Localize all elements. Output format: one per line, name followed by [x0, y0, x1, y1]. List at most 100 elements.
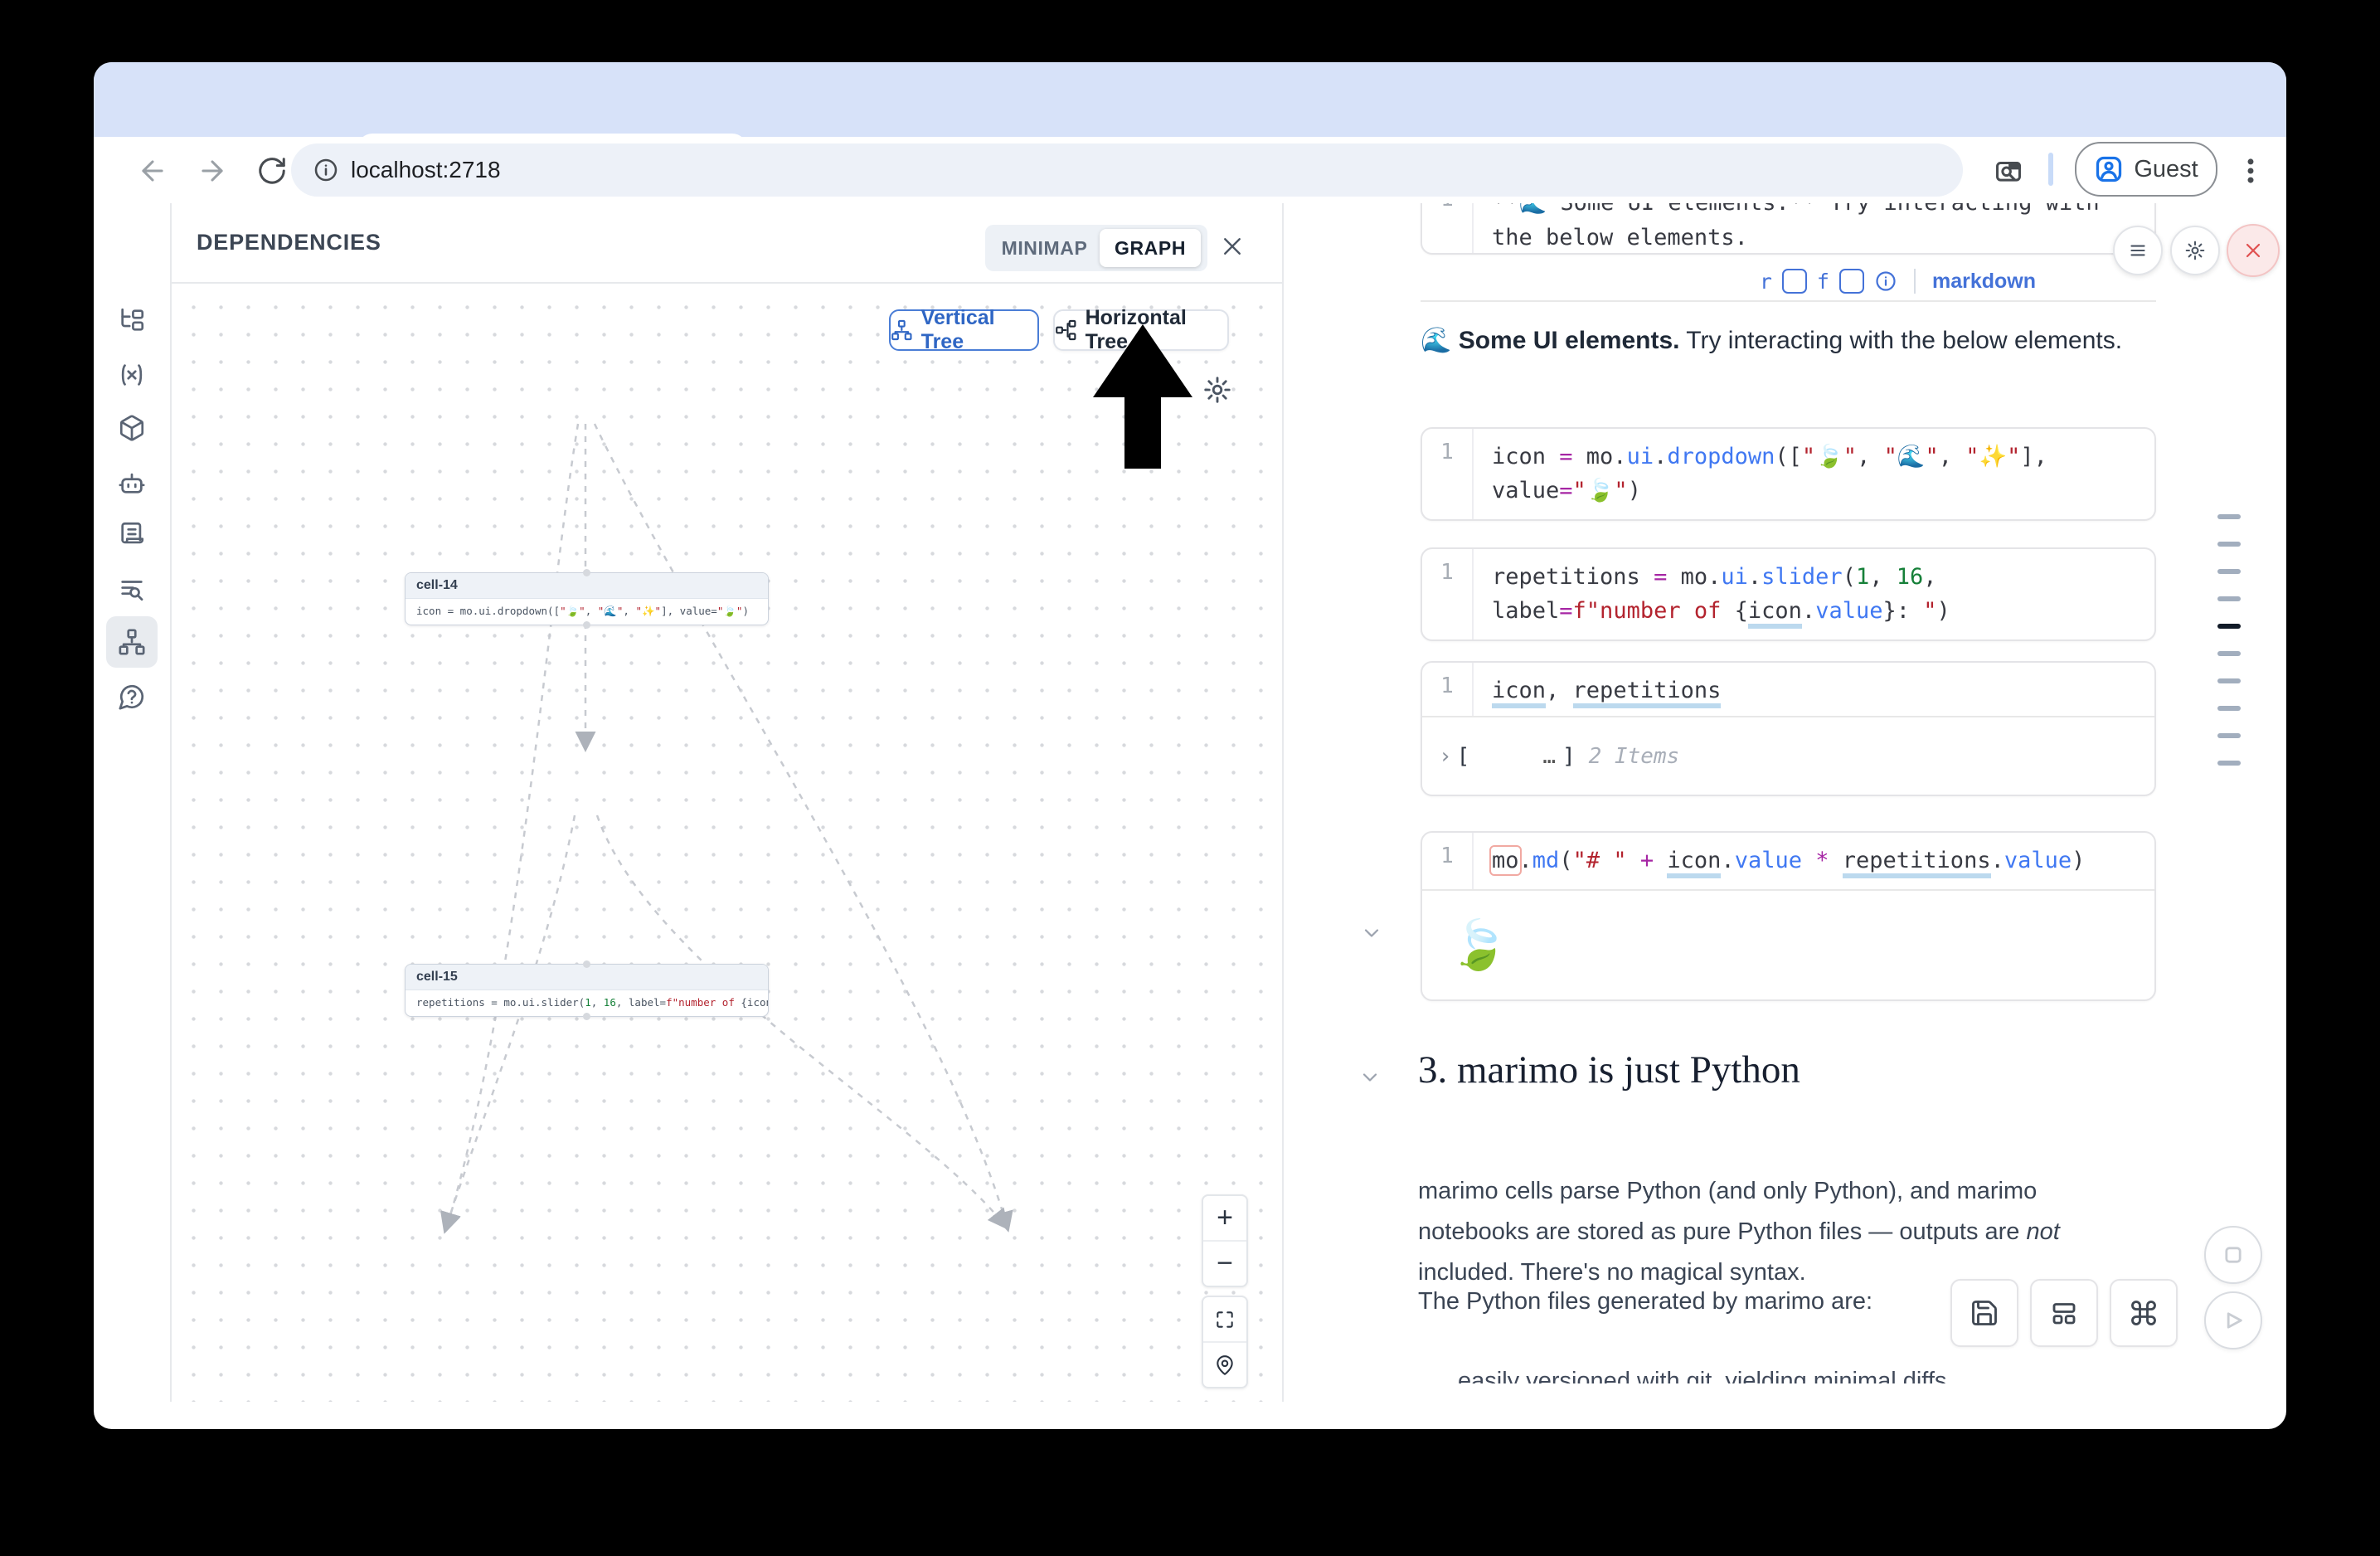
outline-mark[interactable]: [2217, 733, 2241, 738]
notebook-cell-slider[interactable]: 1 repetitions = mo.ui.slider(1, 16, labe…: [1421, 547, 2156, 641]
language-badge[interactable]: markdown: [1932, 270, 2036, 294]
ellipsis: …: [1542, 744, 1556, 769]
hint-checkbox-icon[interactable]: [1782, 269, 1807, 294]
cell-delete-button[interactable]: [2227, 224, 2280, 277]
expand-chevron-icon[interactable]: ›: [1439, 744, 1452, 769]
profile-button[interactable]: Guest: [2075, 142, 2217, 197]
outline-mark[interactable]: [2217, 678, 2241, 683]
sidebar-item-dependencies[interactable]: [106, 616, 158, 668]
outline-mark[interactable]: [2217, 651, 2241, 656]
notebook-cell-dropdown[interactable]: 1 icon = mo.ui.dropdown(["🍃", "🌊", "✨"],…: [1421, 427, 2156, 521]
notebook-cell-md[interactable]: 1 mo.md("# " + icon.value * repetitions.…: [1421, 831, 2156, 1001]
avatar-icon: [2094, 154, 2124, 184]
profile-label: Guest: [2134, 156, 2198, 183]
stop-button[interactable]: [2204, 1226, 2262, 1284]
cell-code[interactable]: icon = mo.ui.dropdown(["🍃", "🌊", "✨"], v…: [1474, 429, 2154, 519]
list-search-icon: [118, 575, 146, 603]
paragraph-italic: not: [2026, 1218, 2059, 1245]
line-number: 1: [1422, 549, 1474, 639]
close-icon: [1220, 234, 1245, 259]
sidebar-item-file-tree[interactable]: [106, 294, 158, 346]
items-count: 2 Items: [1589, 744, 1680, 769]
bracket-close: ]: [1562, 744, 1576, 769]
site-info-icon[interactable]: [313, 157, 339, 183]
collapse-chevron-icon[interactable]: [1360, 921, 1383, 945]
file-tree-icon: [118, 306, 146, 334]
graph-settings-icon[interactable]: [1202, 375, 1232, 405]
browser-toolbar: localhost:2718 Guest: [94, 137, 2286, 205]
horizontal-tree-icon: [1055, 318, 1077, 342]
cell-code[interactable]: **🌊 Some UI elements.** Try interacting …: [1474, 203, 2154, 253]
line-number: 1: [1422, 663, 1474, 716]
menu-icon: [2127, 240, 2149, 261]
layout-button[interactable]: [2030, 1279, 2098, 1347]
command-icon: [2129, 1298, 2159, 1328]
scroll-icon: [118, 520, 146, 548]
panel-close-button[interactable]: [1217, 231, 1247, 261]
zoom-out-button[interactable]: −: [1203, 1240, 1246, 1286]
browser-menu-icon[interactable]: [2235, 155, 2266, 187]
vertical-tree-button[interactable]: Vertical Tree: [889, 309, 1039, 351]
hint-checkbox-icon[interactable]: [1839, 269, 1864, 294]
md-rest-text: Try interacting with the below elements.: [1679, 327, 2122, 354]
outline-mark[interactable]: [2217, 542, 2241, 547]
save-button[interactable]: [1950, 1279, 2018, 1347]
close-icon: [2242, 239, 2265, 262]
hint-key-f: f: [1817, 270, 1829, 294]
cell-code[interactable]: icon, repetitions: [1474, 663, 2154, 716]
graph-node-cell-14[interactable]: cell-14 icon = mo.ui.dropdown(["🍃", "🌊",…: [405, 572, 769, 625]
layout-icon: [2049, 1298, 2079, 1328]
bracket-open: [: [1457, 744, 1470, 769]
outline-mark[interactable]: [2217, 596, 2241, 601]
stop-icon: [2222, 1243, 2245, 1267]
app-sidebar: [94, 203, 172, 1402]
save-icon: [1970, 1298, 1999, 1328]
sidebar-item-ai-assistant[interactable]: [106, 457, 158, 508]
sidebar-item-snippets[interactable]: [106, 563, 158, 615]
pin-icon: [1214, 1354, 1236, 1376]
cell-settings-button[interactable]: [2170, 226, 2220, 275]
keyboard-shortcuts-button[interactable]: [2110, 1279, 2178, 1347]
notebook-panel: 1 **🌊 Some UI elements.** Try interactin…: [1284, 203, 2286, 1383]
outline-mark[interactable]: [2217, 569, 2241, 574]
outline-mark[interactable]: [2217, 706, 2241, 711]
browser-window: m intro.py localhost:2718 Guest: [94, 62, 2286, 1429]
cell-code[interactable]: repetitions = mo.ui.slider(1, 16, label=…: [1474, 549, 2154, 639]
outline-mark-active[interactable]: [2217, 624, 2241, 629]
tab-minimap[interactable]: MINIMAP: [989, 229, 1100, 267]
notebook-cell-tuple[interactable]: 1 icon, repetitions › [ … ] 2 Items: [1421, 661, 2156, 796]
outline-mark[interactable]: [2217, 761, 2241, 766]
info-icon[interactable]: [1874, 270, 1897, 293]
url-bar[interactable]: localhost:2718: [291, 143, 1963, 197]
markdown-output: 🌊 Some UI elements. Try interacting with…: [1421, 326, 2122, 355]
url-text: localhost:2718: [351, 157, 501, 183]
sidebar-item-variables[interactable]: [106, 349, 158, 401]
back-icon[interactable]: [137, 155, 168, 187]
graph-node-cell-15[interactable]: cell-15 repetitions = mo.ui.slider(1, 16…: [405, 964, 769, 1017]
node-handle-top: [583, 960, 590, 968]
cell-code[interactable]: mo.md("# " + icon.value * repetitions.va…: [1474, 833, 2154, 889]
section-chevron-icon[interactable]: [1358, 1066, 1382, 1089]
gear-icon: [2184, 240, 2206, 261]
cell-output[interactable]: › [ … ] 2 Items: [1422, 717, 2154, 795]
forward-icon[interactable]: [197, 155, 228, 187]
sidebar-item-help[interactable]: [106, 671, 158, 722]
reload-icon[interactable]: [256, 155, 288, 187]
node-code: icon = mo.ui.dropdown(["🍃", "🌊", "✨"], v…: [406, 599, 768, 623]
help-icon: [118, 683, 146, 711]
tab-graph[interactable]: GRAPH: [1100, 229, 1201, 267]
outline-mark[interactable]: [2217, 514, 2241, 519]
app-content: DEPENDENCIES MINIMAP GRAPH: [94, 203, 2286, 1402]
cell-menu-button[interactable]: [2113, 226, 2163, 275]
sidebar-item-packages[interactable]: [106, 402, 158, 454]
notebook-cell-clipped[interactable]: 1 **🌊 Some UI elements.** Try interactin…: [1421, 203, 2156, 255]
run-button[interactable]: [2204, 1291, 2262, 1349]
robot-icon: [118, 469, 146, 497]
tab-search-icon[interactable]: [1993, 155, 2024, 187]
pin-button[interactable]: [1203, 1341, 1246, 1387]
toolbar-divider: [2048, 153, 2053, 186]
fit-view-button[interactable]: [1203, 1297, 1246, 1341]
view-controls: [1202, 1296, 1248, 1388]
zoom-in-button[interactable]: +: [1203, 1196, 1246, 1240]
sidebar-item-documentation[interactable]: [106, 508, 158, 560]
